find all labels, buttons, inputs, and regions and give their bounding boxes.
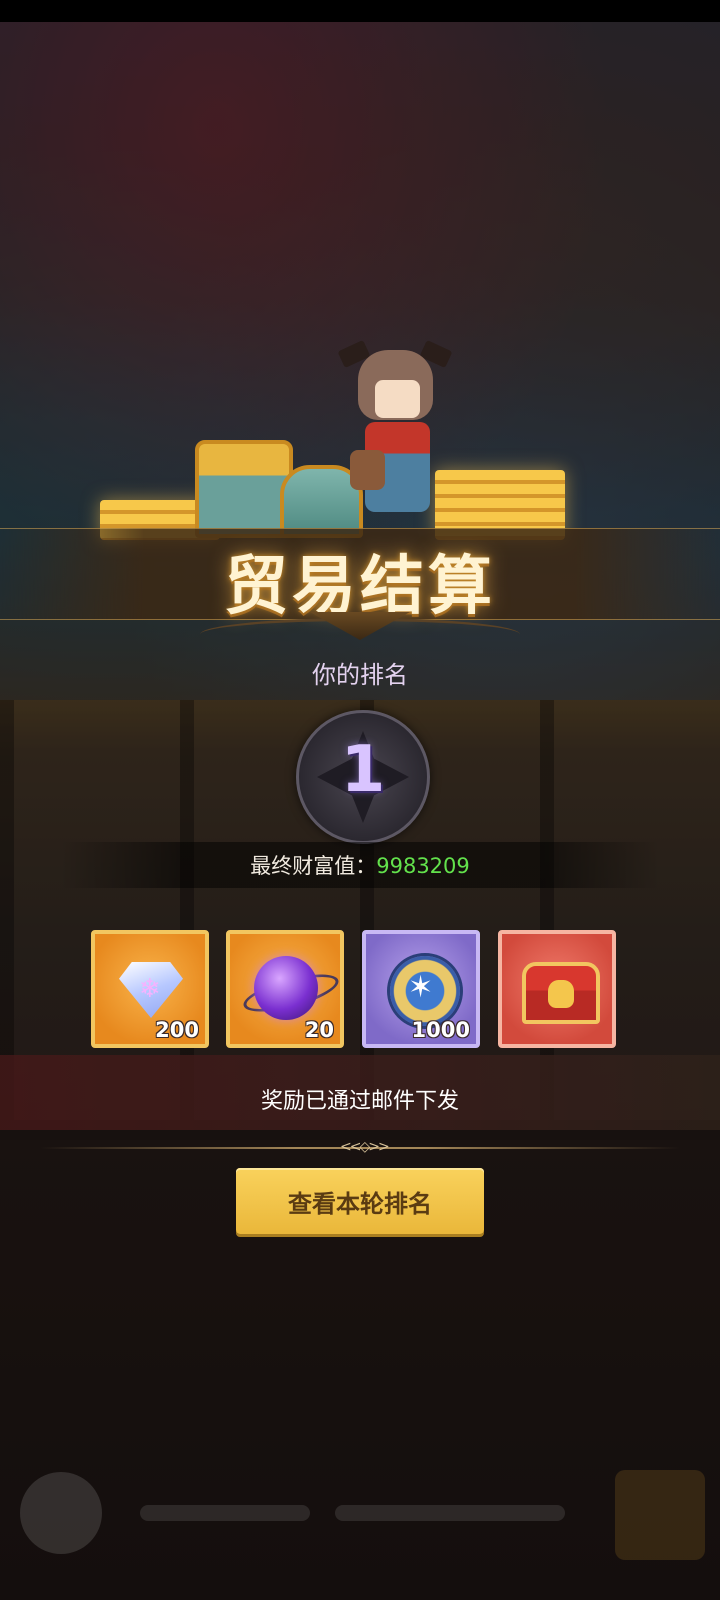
reward-quantity: 20	[304, 1018, 334, 1042]
rank-label: 你的排名	[312, 661, 408, 689]
background-footer	[0, 1460, 720, 1570]
settlement-banner-art	[95, 339, 625, 540]
reward-item-orb[interactable]: 20	[226, 930, 344, 1048]
reward-item-diamond[interactable]: ❄ 200	[91, 930, 209, 1048]
hero-bag	[350, 450, 385, 490]
reward-item-chest[interactable]	[498, 930, 616, 1048]
orb-icon	[254, 956, 318, 1020]
mail-notice: 奖励已通过邮件下发	[260, 1089, 459, 1114]
reward-quantity: 1000	[411, 1018, 470, 1042]
rank-number: 1	[340, 733, 386, 807]
background-gift-icon	[615, 1470, 705, 1560]
star-icon: ✶	[408, 970, 434, 1005]
view-rankings-button[interactable]: 查看本轮排名	[236, 1168, 484, 1234]
background-text-bar	[140, 1505, 310, 1521]
wealth-label: 最终财富值：	[250, 854, 377, 878]
merchant-hero-sprite	[337, 339, 453, 530]
status-bar	[0, 0, 720, 22]
hero-face	[375, 380, 420, 418]
background-avatar	[20, 1472, 102, 1554]
reward-quantity: 200	[155, 1018, 199, 1042]
rank-badge: 1	[296, 710, 430, 844]
reward-item-medal[interactable]: ✶ 1000	[362, 930, 480, 1048]
divider-ornament: <<◇>>	[340, 1139, 390, 1155]
gold-chest-icon	[195, 440, 293, 538]
final-wealth: 最终财富值：9983209	[0, 850, 720, 880]
wealth-value: 9983209	[376, 854, 470, 878]
snowflake-icon: ❄	[139, 974, 161, 1004]
background-text-bar	[335, 1505, 565, 1521]
gold-bag-icon	[548, 980, 574, 1008]
reward-list: ❄ 200 20 ✶ 1000	[91, 930, 631, 1054]
